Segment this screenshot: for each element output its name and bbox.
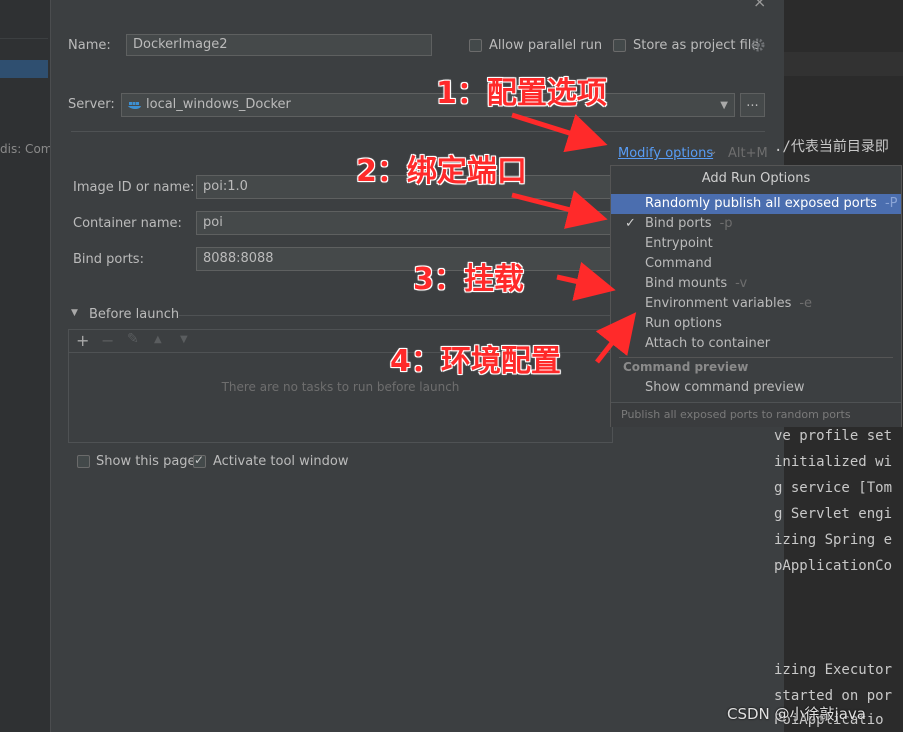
annotation-arrow xyxy=(595,312,637,364)
watermark: CSDN @小徐敲java xyxy=(727,705,866,723)
annotation-arrow xyxy=(511,190,608,229)
annotation-label: 1：配置选项 xyxy=(436,76,607,111)
annotation-label: 4：环境配置 xyxy=(390,344,561,379)
annotation-arrow xyxy=(511,112,608,153)
annotation-label: 2：绑定端口 xyxy=(356,154,527,189)
annotation-arrow xyxy=(556,261,616,301)
annotation-label: 3：挂载 xyxy=(413,262,524,297)
